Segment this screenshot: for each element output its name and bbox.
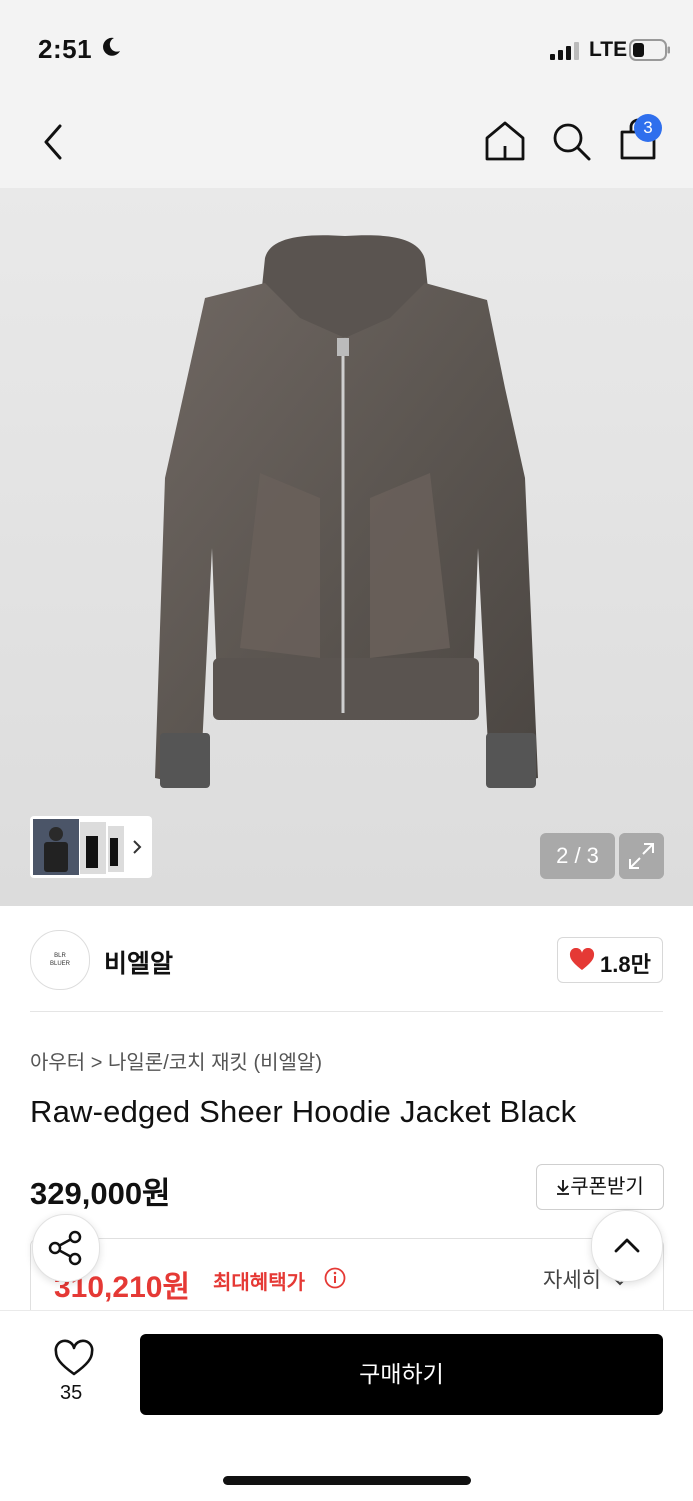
thumbnail-strip[interactable] [30, 816, 152, 878]
home-button[interactable] [482, 118, 528, 164]
network-label: LTE [589, 38, 628, 61]
buy-button[interactable]: 구매하기 [140, 1334, 663, 1415]
heart-icon [569, 948, 595, 970]
divider [30, 1011, 663, 1012]
search-button[interactable] [548, 118, 594, 164]
wishlist-heart-icon[interactable] [50, 1338, 98, 1378]
signal-icon [550, 42, 579, 60]
brand-logo-line1: BLR [54, 953, 66, 959]
back-button[interactable] [36, 120, 72, 164]
product-title: Raw-edged Sheer Hoodie Jacket Black [30, 1094, 577, 1129]
cart-count-badge: 3 [634, 114, 662, 142]
share-button[interactable] [32, 1214, 100, 1282]
expand-icon[interactable] [619, 833, 664, 879]
status-time: 2:51 [38, 34, 93, 64]
info-icon[interactable] [324, 1267, 346, 1289]
scroll-top-button[interactable] [591, 1210, 663, 1282]
jacket-image [155, 235, 538, 788]
download-icon [557, 1180, 570, 1195]
brand-logo[interactable]: BLR BLUER [30, 930, 90, 990]
max-benefit-label: 최대혜택가 [213, 1272, 305, 1294]
share-icon [48, 1230, 82, 1266]
brand-like-count: 1.8만 [600, 952, 651, 977]
image-counter: 2 / 3 [540, 833, 615, 879]
battery-icon [629, 39, 670, 61]
brand-name[interactable]: 비엘알 [104, 944, 173, 980]
coupon-button[interactable]: 쿠폰받기 [536, 1164, 664, 1210]
chevron-up-icon [614, 1238, 640, 1253]
product-image[interactable] [0, 188, 693, 906]
coupon-label: 쿠폰받기 [570, 1176, 644, 1198]
product-price: 329,000원 [30, 1176, 171, 1211]
moon-icon [103, 37, 120, 56]
breadcrumb[interactable]: 아우터 > 나일론/코치 재킷 (비엘알) [30, 1046, 322, 1075]
wishlist-count: 35 [60, 1382, 83, 1404]
home-indicator [223, 1476, 471, 1485]
brand-logo-line2: BLUER [49, 961, 70, 967]
thumbnail-images [33, 819, 142, 875]
